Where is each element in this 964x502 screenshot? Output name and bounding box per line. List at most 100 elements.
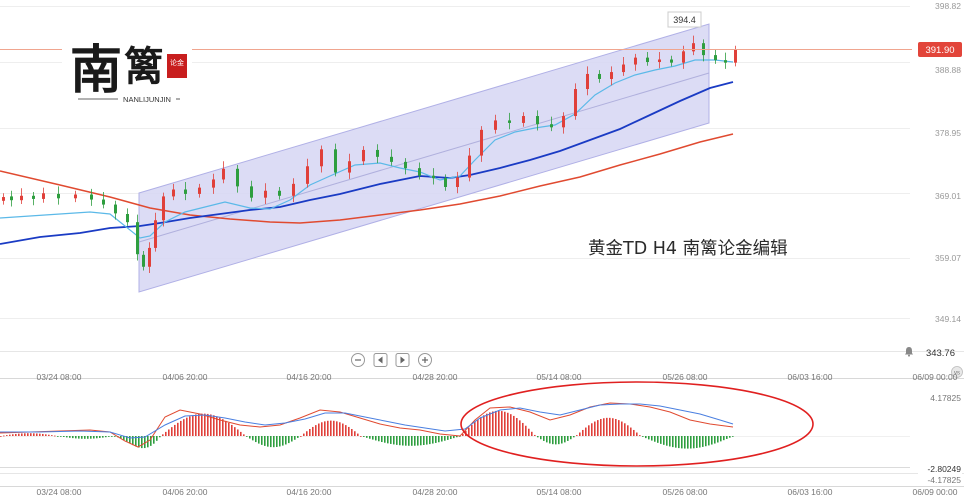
macd-bar <box>657 436 659 443</box>
macd-bar <box>111 436 113 437</box>
macd-bar <box>636 432 638 436</box>
macd-bar <box>189 416 191 436</box>
macd-bar <box>675 436 677 448</box>
macd-bar <box>177 422 179 436</box>
macd-bar <box>357 433 359 436</box>
macd-bar <box>534 434 536 436</box>
macd-bar <box>99 436 101 438</box>
macd-bar <box>726 436 728 439</box>
y-tick: 388.88 <box>935 65 961 75</box>
y-tick: 378.95 <box>935 128 961 138</box>
macd-bar <box>603 418 605 436</box>
macd-bar <box>648 436 650 440</box>
macd-bar <box>483 415 485 436</box>
macd-bar <box>696 436 698 448</box>
macd-bar <box>84 436 86 439</box>
macd-bar <box>252 436 254 441</box>
macd-bar <box>567 436 569 441</box>
x-tick: 04/06 20:00 <box>163 487 208 497</box>
macd-bar <box>417 436 419 446</box>
macd-bar <box>597 420 599 436</box>
scroll-right-button[interactable] <box>395 353 410 367</box>
macd-bar <box>522 422 524 436</box>
macd-bar <box>381 436 383 443</box>
macd-bar <box>345 425 347 436</box>
macd-bar <box>129 436 131 444</box>
last-price-tag-text: 391.90 <box>925 45 954 56</box>
macd-bar <box>153 436 155 444</box>
y-tick: 369.01 <box>935 191 961 201</box>
y-tick: 359.07 <box>935 253 961 263</box>
macd-bar <box>93 436 95 439</box>
macd-bar <box>585 427 587 436</box>
macd-bar <box>294 436 296 440</box>
macd-bar <box>114 436 116 437</box>
x-tick: 06/03 16:00 <box>788 372 833 382</box>
macd-bar <box>306 431 308 436</box>
macd-bar <box>30 433 32 436</box>
macd-bar <box>42 433 44 436</box>
macd-bar <box>75 436 77 439</box>
macd-bar <box>3 435 5 437</box>
macd-bar <box>348 426 350 436</box>
macd-bar <box>678 436 680 449</box>
macd-bar <box>102 436 104 438</box>
macd-bottom-label: -4.17825 <box>927 475 961 485</box>
macd-bar <box>720 436 722 442</box>
macd-bar <box>279 436 281 447</box>
macd-bar <box>477 419 479 436</box>
zoom-out-button[interactable] <box>351 353 365 367</box>
macd-bar <box>516 417 518 436</box>
scroll-left-button[interactable] <box>373 353 388 367</box>
macd-bar <box>435 436 437 443</box>
macd-bar <box>711 436 713 445</box>
macd-bar <box>264 436 266 446</box>
macd-bar <box>162 434 164 436</box>
macd-bar <box>27 433 29 436</box>
macd-bar <box>225 420 227 436</box>
macd-bar <box>45 434 47 436</box>
macd-bar <box>447 436 449 440</box>
macd-bar <box>612 418 614 436</box>
macd-bar <box>489 412 491 436</box>
macd-bar <box>282 436 284 446</box>
macd-bar <box>651 436 653 441</box>
macd-bar <box>81 436 83 439</box>
x-tick: 04/16 20:00 <box>287 372 332 382</box>
macd-bar <box>471 424 473 436</box>
macd-bar <box>546 436 548 443</box>
macd-bar <box>36 433 38 436</box>
macd-bar <box>204 413 206 436</box>
logo-subtitle: NANLIJUNJIN <box>123 95 171 104</box>
macd-bar <box>396 436 398 445</box>
macd-bar <box>351 429 353 436</box>
macd-bar <box>180 420 182 436</box>
zoom-in-button[interactable] <box>418 353 432 367</box>
macd-bar <box>537 436 539 438</box>
macd-bar <box>414 436 416 446</box>
macd-bar <box>441 436 443 442</box>
y-tick: 398.82 <box>935 1 961 11</box>
macd-bar <box>270 436 272 448</box>
macd-bar <box>444 436 446 441</box>
x-tick: 03/24 08:00 <box>37 487 82 497</box>
macd-bar <box>336 421 338 436</box>
macd-bar <box>165 431 167 436</box>
macd-bar <box>618 420 620 436</box>
macd-bar <box>723 436 725 441</box>
macd-bar <box>87 436 89 439</box>
macd-bar <box>672 436 674 448</box>
x-tick: 04/06 20:00 <box>163 372 208 382</box>
macd-bar <box>450 436 452 440</box>
macd-bar <box>579 432 581 436</box>
macd-bar <box>624 423 626 436</box>
macd-bar <box>399 436 401 446</box>
macd-bar <box>207 413 209 436</box>
macd-bar <box>339 422 341 436</box>
macd-bar <box>555 436 557 445</box>
macd-bar <box>600 418 602 436</box>
macd-bar <box>51 435 53 436</box>
macd-bar <box>33 433 35 436</box>
macd-bar <box>324 421 326 436</box>
macd-bar <box>72 436 74 439</box>
